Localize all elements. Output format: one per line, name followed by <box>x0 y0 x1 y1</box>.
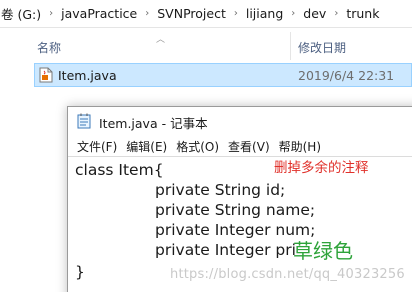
menu-edit[interactable]: 编辑(E) <box>126 136 167 156</box>
red-annotation: 删掉多余的注释 <box>274 160 369 176</box>
address-bar[interactable]: 卷 (G:) › javaPractice › SVNProject › lij… <box>0 0 412 28</box>
code-line: class Item{ <box>75 161 164 179</box>
chevron-right-icon: › <box>49 8 54 19</box>
column-header-date-modified[interactable]: 修改日期 <box>298 39 346 56</box>
menu-view[interactable]: 查看(V) <box>228 136 270 156</box>
code-line: private Integer num; <box>155 221 316 239</box>
watermark: https://blog.csdn.net/qq_40323256 <box>170 267 405 282</box>
breadcrumb-dev[interactable]: dev <box>302 6 327 21</box>
breadcrumb-svnproject[interactable]: SVNProject <box>156 6 227 21</box>
menu-help[interactable]: 帮助(H) <box>279 136 321 156</box>
code-line: private String name; <box>155 201 316 219</box>
chevron-right-icon: › <box>291 8 296 19</box>
java-file-icon <box>39 67 53 83</box>
notepad-icon <box>77 113 91 129</box>
code-line: } <box>75 263 85 281</box>
code-line: private Integer pri <box>155 241 296 259</box>
notepad-titlebar[interactable]: Item.java - 记事本 <box>68 107 412 135</box>
menu-file[interactable]: 文件(F) <box>77 136 117 156</box>
file-row-item-java[interactable]: Item.java 2019/6/4 22:31 <box>34 63 412 87</box>
notepad-menubar: 文件(F) 编辑(E) 格式(O) 查看(V) 帮助(H) <box>68 136 412 156</box>
file-date-modified: 2019/6/4 22:31 <box>298 68 395 83</box>
breadcrumb-trunk[interactable]: trunk <box>345 6 380 21</box>
notepad-text-area[interactable]: class Item{ private String id; private S… <box>68 156 412 292</box>
column-header-name[interactable]: 名称 <box>37 39 61 56</box>
breadcrumb-javapractice[interactable]: javaPractice <box>60 6 138 21</box>
column-divider[interactable] <box>290 32 291 60</box>
breadcrumb-lijiang[interactable]: lijiang <box>245 6 284 21</box>
code-line: private String id; <box>155 181 286 199</box>
green-annotation: 草绿色 <box>293 239 353 263</box>
sort-ascending-icon: ︿ <box>156 35 166 45</box>
chevron-right-icon: › <box>334 8 339 19</box>
notepad-window: Item.java - 记事本 文件(F) 编辑(E) 格式(O) 查看(V) … <box>67 106 412 292</box>
file-name: Item.java <box>58 68 117 83</box>
chevron-right-icon: › <box>145 8 150 19</box>
chevron-right-icon: › <box>233 8 238 19</box>
file-list-header: ︿ 名称 修改日期 <box>0 32 412 60</box>
menu-format[interactable]: 格式(O) <box>176 136 219 156</box>
breadcrumb-drive[interactable]: 卷 (G:) <box>0 4 42 23</box>
notepad-title: Item.java - 记事本 <box>99 116 208 131</box>
